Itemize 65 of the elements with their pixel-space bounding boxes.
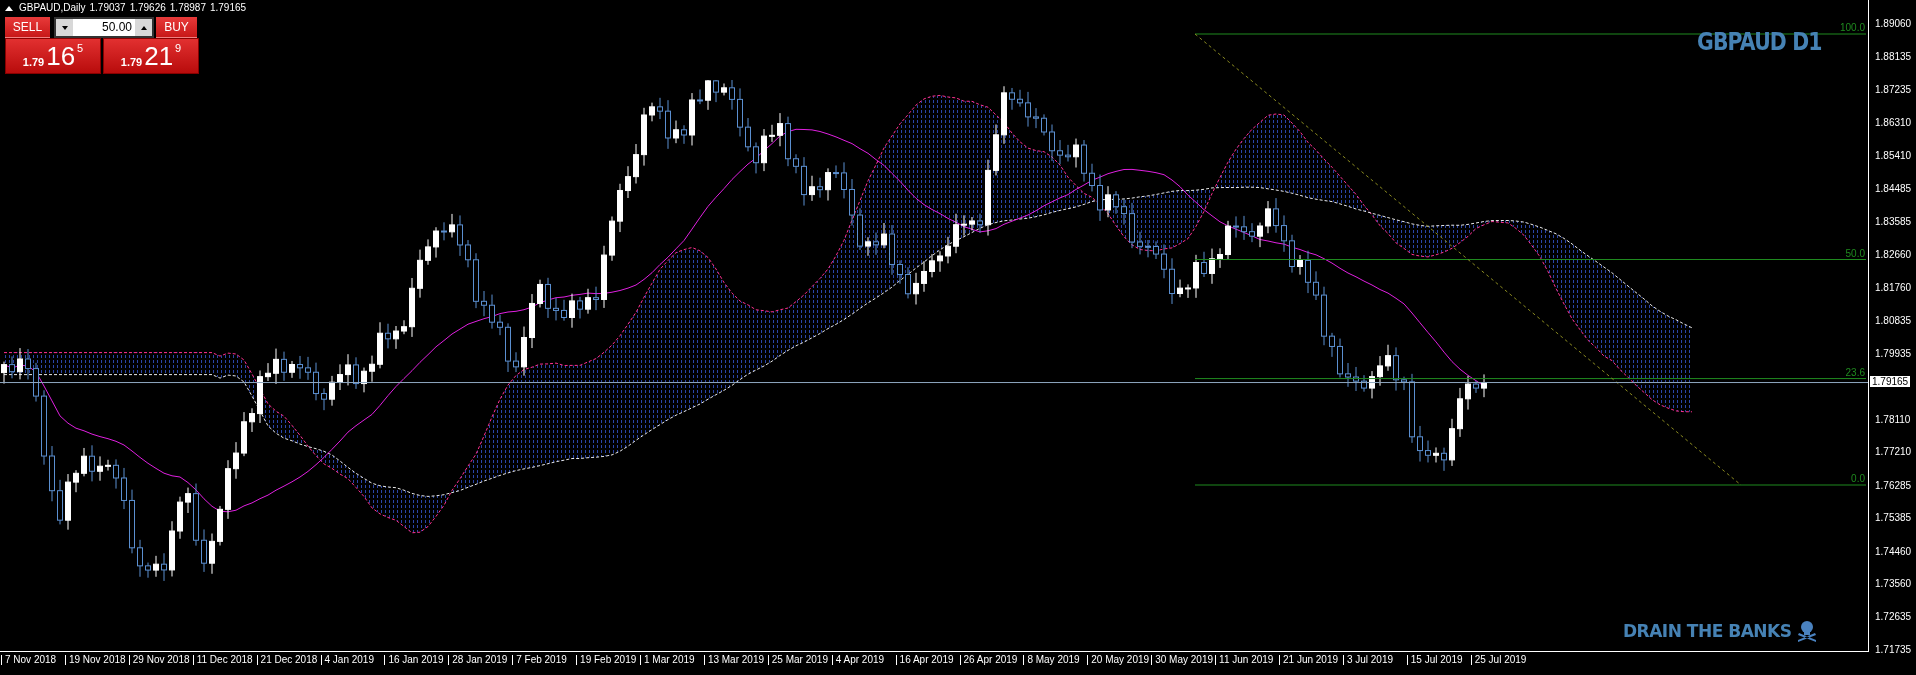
- price-tick-label: 1.79935: [1874, 347, 1912, 359]
- current-price-label: 1.79165: [1870, 375, 1911, 387]
- price-tick-label: 1.83585: [1874, 215, 1912, 227]
- date-tick-label: 7 Feb 2019: [512, 655, 567, 665]
- signature-text: DRAIN THE BANKS: [1623, 621, 1792, 641]
- lot-value: 50.00: [100, 19, 133, 36]
- date-tick-label: 15 Jul 2019: [1406, 655, 1463, 665]
- date-tick-label: 11 Jun 2019: [1215, 655, 1274, 665]
- price-value: 1.79626: [129, 2, 166, 13]
- date-tick-label: 30 May 2019: [1151, 655, 1213, 665]
- date-tick-label: 11 Dec 2018: [192, 655, 253, 665]
- price-prefix: 1.79: [120, 56, 143, 68]
- price-tick-label: 1.73560: [1874, 578, 1912, 590]
- chart-title: GBPAUD D1: [1697, 28, 1822, 56]
- price-tick-label: 1.88135: [1874, 51, 1912, 63]
- date-tick-label: 19 Feb 2019: [576, 655, 637, 665]
- price-tick-label: 1.80835: [1874, 315, 1912, 327]
- price-tick-label: 1.87235: [1874, 83, 1912, 95]
- date-tick-label: 20 May 2019: [1087, 655, 1150, 665]
- price-tick-label: 1.71735: [1874, 644, 1912, 655]
- price-value: 1.79037: [89, 2, 126, 13]
- fibonacci-level-label: 100.0: [1839, 22, 1865, 33]
- date-tick-label: 21 Jun 2019: [1279, 655, 1339, 665]
- date-tick-label: 4 Jan 2019: [320, 655, 374, 665]
- date-tick-label: 25 Mar 2019: [767, 655, 828, 665]
- sell-button[interactable]: SELL: [5, 17, 50, 38]
- date-tick-label: 1 Mar 2019: [640, 655, 695, 665]
- fibonacci-level-label: 50.0: [1845, 247, 1865, 259]
- date-tick-label: 19 Nov 2018: [64, 655, 126, 665]
- price-fraction: 5: [77, 42, 84, 54]
- date-tick-label: 3 Jul 2019: [1342, 655, 1394, 665]
- date-tick-label: 16 Jan 2019: [384, 655, 444, 665]
- price-tick-label: 1.76285: [1874, 479, 1912, 491]
- date-tick-label: 21 Dec 2018: [256, 655, 318, 665]
- price-tick-label: 1.77210: [1874, 446, 1912, 458]
- fibonacci-level-label: 0.0: [1851, 473, 1865, 484]
- price-pips: 16: [46, 41, 76, 71]
- symbol-label: GBPAUD,Daily: [19, 2, 86, 13]
- fibonacci-level-label: 23.6: [1845, 366, 1865, 378]
- price-tick-label: 1.89060: [1874, 18, 1912, 29]
- price-pips: 21: [144, 41, 174, 71]
- date-tick-label: 28 Jan 2019: [448, 655, 508, 665]
- price-value: 1.79165: [209, 2, 247, 13]
- price-prefix: 1.79: [22, 56, 45, 68]
- date-tick-label: 4 Apr 2019: [831, 655, 885, 665]
- price-fraction: 9: [175, 42, 182, 54]
- price-tick-label: 1.74460: [1874, 545, 1912, 557]
- buy-button[interactable]: BUY: [156, 17, 197, 38]
- price-tick-label: 1.75385: [1874, 512, 1912, 524]
- date-tick-label: 7 Nov 2018: [1, 655, 57, 665]
- date-tick-label: 16 Apr 2019: [895, 655, 954, 665]
- date-tick-label: 25 Jul 2019: [1470, 655, 1527, 665]
- price-tick-label: 1.78110: [1874, 413, 1911, 425]
- price-tick-label: 1.72635: [1874, 611, 1912, 623]
- price-value: 1.78987: [169, 2, 206, 13]
- price-tick-label: 1.81760: [1874, 281, 1912, 293]
- date-tick-label: 13 Mar 2019: [703, 655, 765, 665]
- price-tick-label: 1.82660: [1874, 249, 1912, 261]
- lot-field[interactable]: 50.00: [54, 17, 154, 38]
- date-tick-label: 29 Nov 2018: [128, 655, 190, 665]
- date-tick-label: 26 Apr 2019: [959, 655, 1018, 665]
- date-tick-label: 8 May 2019: [1023, 655, 1080, 665]
- price-tick-label: 1.84485: [1874, 183, 1912, 195]
- price-tick-label: 1.86310: [1874, 117, 1912, 129]
- price-tick-label: 1.85410: [1874, 149, 1912, 161]
